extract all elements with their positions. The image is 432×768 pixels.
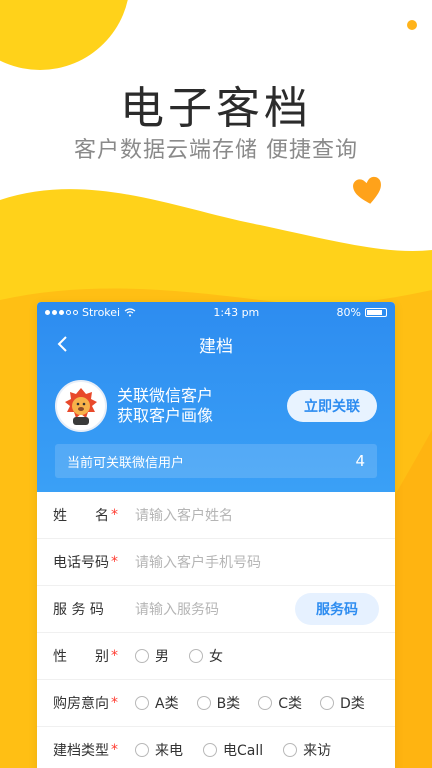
archive-type-option-call-in[interactable]: 来电 (135, 740, 183, 760)
option-label: C类 (278, 696, 302, 712)
page-title: 建档 (199, 336, 233, 357)
lion-mascot-icon (65, 388, 97, 425)
intent-label: 购房意向 * (53, 693, 135, 713)
phone-row: 电话号码 * 请输入客户手机号码 (37, 539, 395, 586)
name-input[interactable]: 请输入客户姓名 (135, 505, 379, 525)
intent-row: 购房意向 * A类 B类 C类 D类 (37, 680, 395, 727)
chevron-left-icon[interactable] (53, 334, 73, 354)
link-now-button[interactable]: 立即关联 (287, 390, 377, 422)
radio-icon (196, 696, 211, 710)
option-label: 男 (155, 649, 169, 665)
phone-label: 电话号码 * (53, 552, 135, 572)
archive-type-label-text: 建档类型 (53, 743, 109, 759)
gender-label-text: 性 别 (53, 649, 109, 665)
status-time: 1:43 pm (213, 305, 260, 319)
name-label: 姓 名 * (53, 505, 135, 525)
service-code-button[interactable]: 服务码 (295, 593, 379, 625)
heart-icon (352, 176, 384, 210)
service-code-row: 服 务 码 请输入服务码 服务码 (37, 586, 395, 633)
phone-label-text: 电话号码 (53, 555, 109, 571)
intent-option-d[interactable]: D类 (319, 693, 365, 713)
wechat-link-section: 关联微信客户 获取客户画像 立即关联 (37, 366, 395, 438)
linkable-count-value: 4 (355, 452, 365, 470)
gender-option-male[interactable]: 男 (135, 646, 169, 666)
intent-options: A类 B类 C类 D类 (135, 693, 379, 713)
archive-type-label: 建档类型 * (53, 740, 135, 760)
phone-input[interactable]: 请输入客户手机号码 (135, 552, 379, 572)
service-code-label: 服 务 码 (53, 599, 135, 619)
gender-row: 性 别 * 男 女 (37, 633, 395, 680)
option-label: 电Call (223, 743, 264, 759)
wechat-link-line1: 关联微信客户 (117, 386, 214, 405)
gender-options: 男 女 (135, 646, 379, 666)
radio-icon (135, 696, 149, 710)
option-label: 来访 (303, 743, 332, 759)
gender-label: 性 别 * (53, 646, 135, 666)
archive-type-row: 建档类型 * 来电 电Call 来访 (37, 727, 395, 768)
archive-form: 姓 名 * 请输入客户姓名 电话号码 * 请输入客户手机号码 服 务 码 请输入服务… (37, 492, 395, 768)
app-header: Strokei 1:43 pm 80% 建档 关联微信客户 获取客户画像 立即关… (37, 302, 395, 492)
intent-option-a[interactable]: A类 (135, 693, 179, 713)
wifi-icon (124, 307, 136, 316)
archive-type-option-call-out[interactable]: 电Call (203, 740, 263, 760)
service-code-input[interactable]: 请输入服务码 (135, 599, 295, 619)
intent-option-c[interactable]: C类 (258, 693, 302, 713)
name-label-text: 姓 名 (53, 508, 109, 524)
heart-icon (335, 225, 353, 246)
option-label: D类 (339, 696, 365, 712)
radio-icon (283, 743, 298, 757)
decor-dot (406, 16, 418, 35)
hero-title: 电子客档 (120, 83, 312, 134)
option-label: A类 (155, 696, 179, 712)
linkable-count-label: 当前可关联微信用户 (67, 455, 185, 471)
wechat-link-text: 关联微信客户 获取客户画像 (117, 386, 287, 426)
signal-icon (45, 309, 78, 315)
option-label: 女 (209, 649, 223, 665)
radio-icon (203, 743, 217, 757)
service-code-label-text: 服 务 码 (53, 602, 104, 618)
wechat-link-line2: 获取客户画像 (117, 406, 214, 425)
avatar (55, 380, 107, 432)
required-mark: * (111, 648, 118, 664)
option-label: 来电 (155, 743, 183, 759)
intent-option-b[interactable]: B类 (196, 693, 241, 713)
radio-icon (319, 696, 334, 710)
archive-type-options: 来电 电Call 来访 (135, 740, 379, 760)
carrier-name: Strokei (82, 305, 121, 319)
required-mark: * (111, 695, 118, 711)
radio-icon (135, 649, 149, 663)
battery-percent: 80% (336, 305, 361, 319)
required-mark: * (111, 554, 118, 570)
option-label: B类 (216, 696, 241, 712)
battery-icon (365, 307, 387, 317)
required-mark: * (111, 507, 118, 523)
status-bar: Strokei 1:43 pm 80% (37, 302, 395, 322)
required-mark: * (111, 742, 118, 758)
radio-icon (135, 743, 149, 757)
name-row: 姓 名 * 请输入客户姓名 (37, 492, 395, 539)
archive-type-option-visit[interactable]: 来访 (283, 740, 331, 760)
hero-subtitle: 客户数据云端存储 便捷查询 (74, 138, 358, 163)
phone-mockup: Strokei 1:43 pm 80% 建档 关联微信客户 获取客户画像 立即关… (37, 302, 395, 768)
radio-icon (189, 649, 203, 663)
intent-label-text: 购房意向 (53, 696, 109, 712)
linkable-count-bar: 当前可关联微信用户 4 (55, 444, 377, 478)
gender-option-female[interactable]: 女 (189, 646, 223, 666)
nav-bar: 建档 (37, 322, 395, 366)
radio-icon (258, 696, 273, 710)
